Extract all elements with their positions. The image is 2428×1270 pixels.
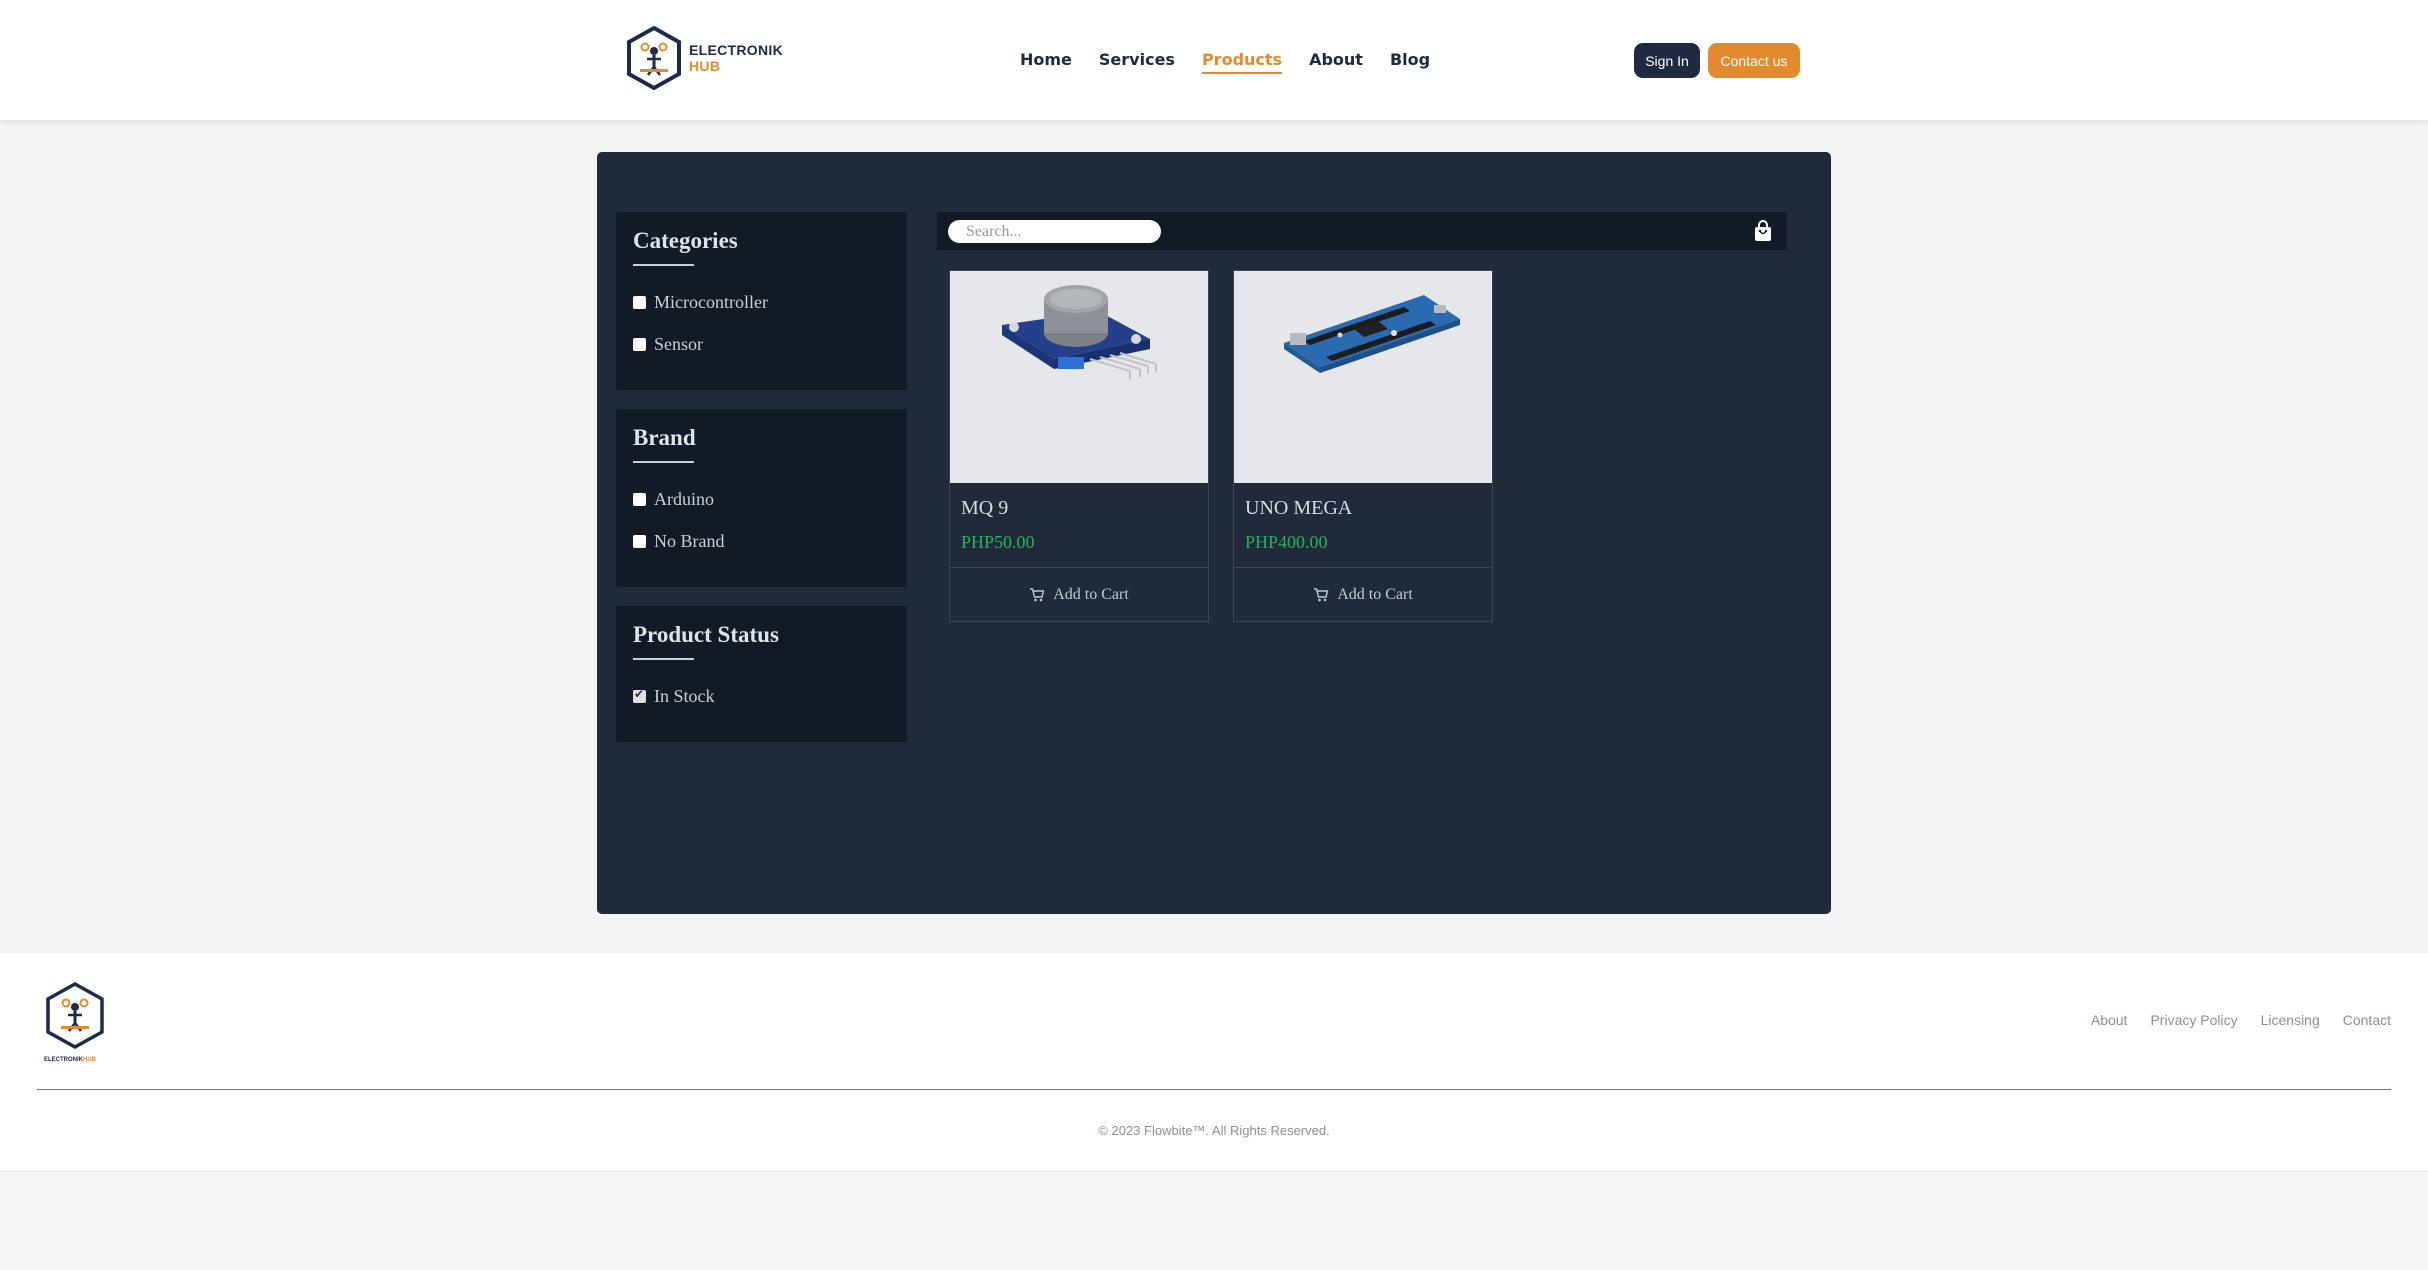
product-status-filter: Product Status In Stock [616, 606, 907, 742]
product-price: PHP50.00 [961, 532, 1035, 552]
nav-services[interactable]: Services [1099, 50, 1175, 74]
gas-sensor-module-image [1002, 285, 1157, 379]
footer-hexagon-logo-icon [46, 981, 104, 1050]
filter-option-in-stock[interactable]: In Stock [633, 686, 715, 707]
microcontroller-checkbox[interactable] [633, 296, 646, 309]
filter-option-arduino[interactable]: Arduino [633, 489, 714, 510]
add-to-cart-label: Add to Cart [1337, 586, 1413, 603]
filter-option-label: In Stock [654, 686, 715, 706]
brand-title-underline [633, 461, 694, 463]
footer-link-contact[interactable]: Contact [2343, 1012, 2391, 1028]
filter-option-label: Sensor [654, 334, 703, 354]
copyright-text: © 2023 Flowbite™. All Rights Reserved. [1098, 1123, 1330, 1138]
footer-links: About Privacy Policy Licensing Contact [2091, 1012, 2391, 1028]
site-header: ELECTRONIK HUB Home Services Products Ab… [0, 0, 2428, 120]
cart-icon [1314, 588, 1329, 602]
products-panel: Categories Microcontroller Sensor Brand … [597, 152, 1831, 914]
categories-filter: Categories Microcontroller Sensor [616, 212, 907, 390]
footer-logo[interactable]: ELECTRONIKHUB [44, 981, 106, 1063]
brand-title: Brand [633, 425, 696, 450]
filter-option-label: Arduino [654, 489, 714, 509]
arduino-board-image [1284, 295, 1460, 373]
footer-link-about[interactable]: About [2091, 1012, 2128, 1028]
no-brand-checkbox[interactable] [633, 535, 646, 548]
nav-home[interactable]: Home [1020, 50, 1072, 74]
cart-icon [1030, 588, 1045, 602]
brand-filter: Brand Arduino No Brand [616, 409, 907, 587]
filter-option-label: No Brand [654, 531, 725, 551]
logo-text-line2: HUB [689, 58, 721, 74]
categories-title: Categories [633, 228, 738, 253]
arduino-checkbox[interactable] [633, 493, 646, 506]
product-image-gas-sensor[interactable] [950, 271, 1208, 483]
logo-text-line1: ELECTRONIK [689, 42, 783, 58]
footer-link-privacy-policy[interactable]: Privacy Policy [2150, 1012, 2237, 1028]
product-card-uno-mega[interactable]: UNO MEGA PHP400.00 Add to Cart [1233, 270, 1493, 622]
contact-us-button[interactable]: Contact us [1708, 43, 1800, 78]
shopping-bag-icon[interactable] [1753, 220, 1773, 242]
in-stock-checkbox[interactable] [633, 687, 646, 703]
add-to-cart-button[interactable]: Add to Cart [1234, 568, 1492, 622]
page-bottom-area [0, 1171, 2428, 1270]
footer-logo-text-line1: ELECTRONIK [44, 1057, 83, 1063]
product-price: PHP400.00 [1245, 532, 1328, 552]
filter-option-sensor[interactable]: Sensor [633, 334, 703, 355]
product-name[interactable]: MQ 9 [961, 497, 1008, 520]
filter-option-no-brand[interactable]: No Brand [633, 531, 725, 552]
footer-logo-text-line2: HUB [83, 1057, 96, 1063]
product-card-mq9[interactable]: MQ 9 PHP50.00 Add to Cart [949, 270, 1209, 622]
product-name[interactable]: UNO MEGA [1245, 497, 1352, 520]
site-logo[interactable]: ELECTRONIK HUB [625, 25, 783, 91]
search-bar [937, 212, 1787, 250]
site-footer: ELECTRONIKHUB About Privacy Policy Licen… [0, 953, 2428, 1171]
categories-title-underline [633, 264, 694, 266]
main-nav: Home Services Products About Blog [1020, 50, 1430, 74]
filter-option-microcontroller[interactable]: Microcontroller [633, 292, 768, 313]
nav-products[interactable]: Products [1201, 50, 1283, 74]
product-status-title-underline [633, 658, 694, 660]
filter-option-label: Microcontroller [654, 292, 768, 312]
footer-divider [37, 1089, 2391, 1090]
add-to-cart-button[interactable]: Add to Cart [950, 568, 1208, 622]
footer-link-licensing[interactable]: Licensing [2261, 1012, 2320, 1028]
logo-text: ELECTRONIK HUB [689, 42, 783, 74]
sensor-checkbox[interactable] [633, 338, 646, 351]
nav-blog[interactable]: Blog [1390, 50, 1430, 74]
sign-in-button[interactable]: Sign In [1634, 43, 1700, 78]
add-to-cart-label: Add to Cart [1053, 586, 1129, 603]
product-status-title: Product Status [633, 622, 779, 647]
hexagon-logo-icon [627, 25, 681, 91]
footer-logo-text: ELECTRONIKHUB [44, 1057, 106, 1063]
search-input[interactable] [948, 220, 1161, 243]
nav-about[interactable]: About [1309, 50, 1363, 74]
product-image-arduino-board[interactable] [1234, 271, 1492, 483]
